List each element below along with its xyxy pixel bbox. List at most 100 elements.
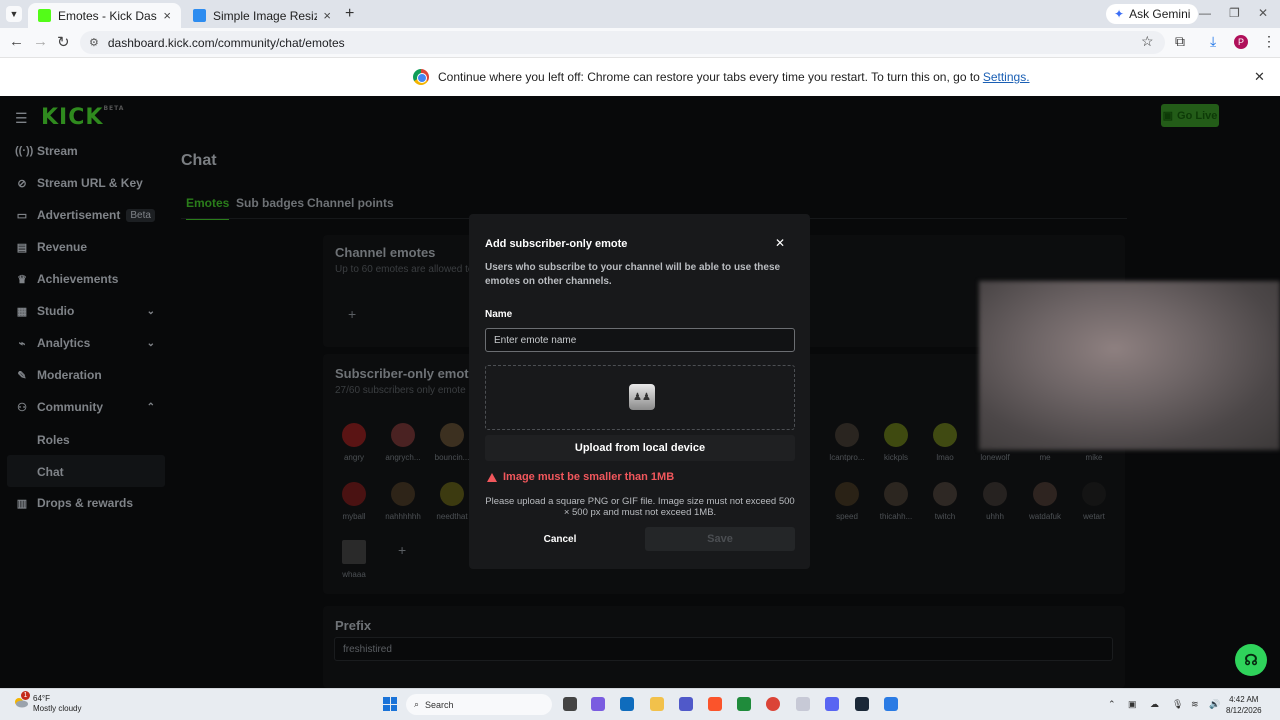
brave-icon[interactable] xyxy=(708,697,722,711)
emote-item[interactable]: myball xyxy=(329,482,379,521)
browser-tab[interactable]: Simple Image Resizer - Resize I × xyxy=(183,3,341,28)
system-clock[interactable]: 4:42 AM 8/12/2026 xyxy=(1226,694,1262,716)
sidebar-item-moderation[interactable]: ✎ Moderation xyxy=(15,363,165,387)
address-bar[interactable]: ⚙ dashboard.kick.com/community/chat/emot… xyxy=(80,31,1165,54)
cancel-button[interactable]: Cancel xyxy=(485,527,635,551)
webcam-overlay-image xyxy=(979,281,1280,450)
emote-item[interactable]: twitch xyxy=(920,482,970,521)
sidebar-item-revenue[interactable]: ▤ Revenue xyxy=(15,235,165,259)
close-tab-icon[interactable]: × xyxy=(323,8,331,23)
tab-title: Emotes - Kick Dashboard xyxy=(58,8,157,23)
channel-emotes-title: Channel emotes xyxy=(335,245,436,260)
go-live-button[interactable]: ▣ Go Live xyxy=(1161,104,1219,127)
store-icon[interactable] xyxy=(620,697,634,711)
tab-sub-badges[interactable]: Sub badges xyxy=(236,196,304,210)
sidebar-item-stream[interactable]: ((·)) Stream xyxy=(15,139,165,163)
key-link-icon: ⊘ xyxy=(17,177,27,190)
sidebar-item-achievements[interactable]: ♛ Achievements xyxy=(15,267,165,291)
volume-icon[interactable]: 🔊 xyxy=(1209,699,1220,710)
emote-item[interactable]: angry xyxy=(329,423,379,462)
emote-item[interactable]: thicahh... xyxy=(871,482,921,521)
discord-icon[interactable] xyxy=(825,697,839,711)
weather-desc: Mostly cloudy xyxy=(33,704,82,713)
gemini-label: Ask Gemini xyxy=(1129,7,1191,21)
infobar-close-icon[interactable]: ✕ xyxy=(1254,69,1265,85)
sidebar-item-stream-url-key[interactable]: ⊘ Stream URL & Key xyxy=(15,171,165,195)
photos-icon[interactable] xyxy=(884,697,898,711)
settings-link[interactable]: Settings. xyxy=(983,70,1030,84)
minimize-icon[interactable]: — xyxy=(1199,6,1211,20)
wifi-icon[interactable]: ≋ xyxy=(1191,699,1199,710)
microphone-icon[interactable]: 🎙 xyxy=(1172,699,1183,710)
kick-favicon-icon xyxy=(38,9,51,22)
add-subscriber-emote-button[interactable]: + xyxy=(398,542,406,558)
emote-name-input[interactable] xyxy=(485,328,795,352)
emote-item[interactable]: lmao xyxy=(920,423,970,462)
site-info-icon[interactable]: ⚙ xyxy=(89,36,99,49)
tab-search-button[interactable]: ▼ xyxy=(6,6,22,22)
hamburger-menu-icon[interactable]: ☰ xyxy=(15,110,28,127)
emote-item[interactable]: angrych... xyxy=(378,423,428,462)
emote-item[interactable]: watdafuk xyxy=(1020,482,1070,521)
add-emote-modal: Add subscriber-only emote ✕ Users who su… xyxy=(469,214,810,569)
ad-icon: ▭ xyxy=(16,209,28,222)
window-close-icon[interactable]: ✕ xyxy=(1258,6,1268,20)
chrome-taskbar-icon[interactable] xyxy=(766,697,780,711)
menu-kebab-icon[interactable]: ⋮ xyxy=(1262,33,1276,50)
support-chat-button[interactable]: ☊ xyxy=(1235,644,1267,676)
modal-close-icon[interactable]: ✕ xyxy=(775,236,785,250)
emote-item[interactable]: kickpls xyxy=(871,423,921,462)
emote-item[interactable]: whaaa xyxy=(329,540,379,579)
sidebar-item-advertisement[interactable]: ▭ Advertisement Beta xyxy=(15,203,165,227)
close-tab-icon[interactable]: × xyxy=(163,8,171,23)
copilot-icon[interactable] xyxy=(591,697,605,711)
browser-tab-active[interactable]: Emotes - Kick Dashboard × xyxy=(28,3,181,28)
sidebar-item-roles[interactable]: Roles xyxy=(37,433,70,447)
revenue-icon: ▤ xyxy=(16,241,28,254)
profile-avatar[interactable]: P xyxy=(1234,35,1248,49)
sidebar-item-drops-rewards[interactable]: ▥ Drops & rewards xyxy=(15,491,165,515)
teams-icon[interactable] xyxy=(679,697,693,711)
active-app-icon[interactable] xyxy=(796,697,810,711)
tray-overflow-icon[interactable]: ⌃ xyxy=(1108,699,1116,710)
windows-start-icon[interactable] xyxy=(383,697,397,711)
gift-icon: ▥ xyxy=(16,497,28,510)
bookmark-star-icon[interactable]: ☆ xyxy=(1141,33,1154,50)
downloads-icon[interactable]: ⤓ xyxy=(1210,33,1216,50)
tray-cloud-icon[interactable]: ☁ xyxy=(1150,699,1159,710)
tab-channel-points[interactable]: Channel points xyxy=(307,196,394,210)
upload-button[interactable]: Upload from local device xyxy=(485,435,795,461)
sidebar-item-analytics[interactable]: ⌁ Analytics ⌄ xyxy=(15,331,165,355)
weather-widget[interactable]: 1 64°F Mostly cloudy xyxy=(14,691,82,714)
reload-icon[interactable]: ↻ xyxy=(57,33,70,51)
sidebar-item-chat[interactable]: Chat xyxy=(37,465,64,479)
sidebar-item-studio[interactable]: ▦ Studio ⌄ xyxy=(15,299,165,323)
save-button[interactable]: Save xyxy=(645,527,795,551)
emote-item[interactable]: speed xyxy=(822,482,872,521)
ask-gemini-button[interactable]: ✦ Ask Gemini xyxy=(1106,4,1199,24)
image-dropzone[interactable]: ♟♟ xyxy=(485,365,795,430)
add-channel-emote-button[interactable]: + xyxy=(348,306,356,322)
emote-item[interactable]: lcantpro... xyxy=(822,423,872,462)
kick-app-icon[interactable] xyxy=(737,697,751,711)
kick-logo[interactable]: KICKBETA xyxy=(41,105,124,130)
sidebar-item-community[interactable]: ⚇ Community ⌃ xyxy=(15,395,165,419)
emote-item[interactable]: wetart xyxy=(1069,482,1119,521)
browser-toolbar: ← → ↻ ⚙ dashboard.kick.com/community/cha… xyxy=(0,28,1280,57)
url-text: dashboard.kick.com/community/chat/emotes xyxy=(107,35,345,50)
restore-icon[interactable]: ❐ xyxy=(1229,6,1240,20)
extensions-icon[interactable]: ⧉ xyxy=(1175,33,1185,50)
forward-icon[interactable]: → xyxy=(33,33,48,50)
new-tab-button[interactable]: + xyxy=(345,5,354,23)
file-explorer-icon[interactable] xyxy=(650,697,664,711)
tab-emotes[interactable]: Emotes xyxy=(186,196,230,220)
steam-icon[interactable] xyxy=(855,697,869,711)
prefix-input[interactable]: freshistired xyxy=(334,637,1113,661)
taskbar-search[interactable]: ⌕ Search xyxy=(406,694,552,715)
back-icon[interactable]: ← xyxy=(9,33,24,50)
chevron-down-icon: ⌄ xyxy=(146,305,155,317)
emote-item[interactable]: nahhhhhh xyxy=(378,482,428,521)
task-view-icon[interactable] xyxy=(563,697,577,711)
tray-app-icon[interactable]: ▣ xyxy=(1128,699,1137,710)
emote-item[interactable]: uhhh xyxy=(970,482,1020,521)
